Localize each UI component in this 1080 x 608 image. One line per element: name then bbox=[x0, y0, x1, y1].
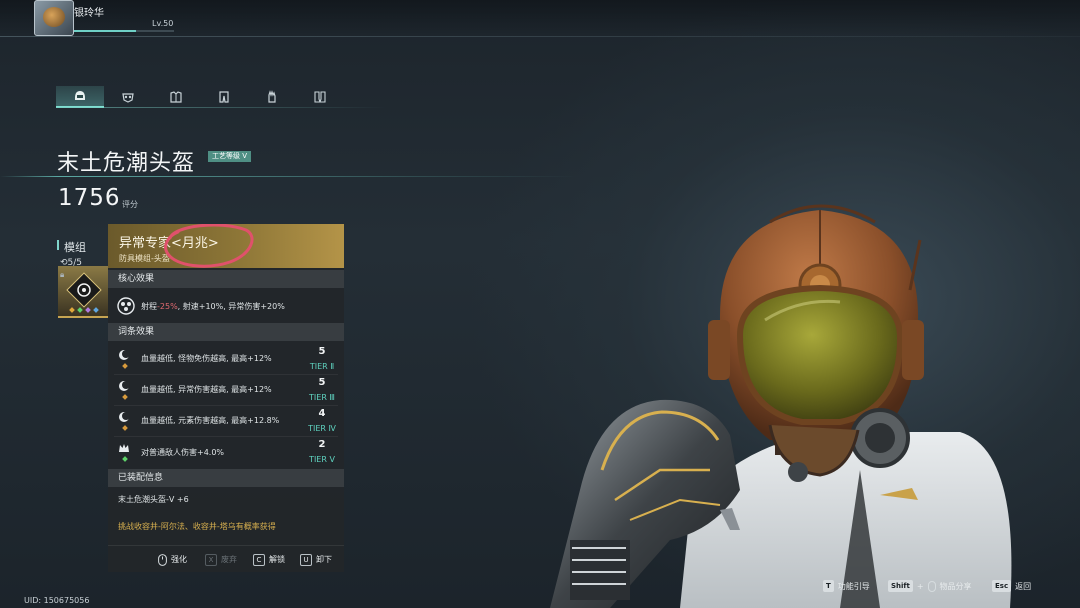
core-effect-header: 核心效果 bbox=[108, 270, 344, 288]
module-tooltip: 异常专家<月兆> 防具模组-头盔 核心效果 射程-25%, 射速+10%, 异常… bbox=[108, 224, 344, 572]
discard-button[interactable]: X 废弃 bbox=[205, 553, 237, 566]
core-effect-text: 射程-25%, 射速+10%, 异常伤害+20% bbox=[141, 301, 285, 312]
core-effect-icon bbox=[117, 297, 135, 315]
crown-icon bbox=[119, 444, 129, 452]
player-level: Lv.50 bbox=[152, 19, 174, 28]
tab-mask[interactable] bbox=[104, 86, 152, 108]
affix-rank: 2 bbox=[318, 439, 326, 450]
character-preview[interactable] bbox=[540, 170, 1080, 608]
craft-level-badge: 工艺等级 V bbox=[208, 151, 252, 162]
module-slot-card[interactable] bbox=[58, 266, 110, 318]
esc-key: Esc bbox=[992, 580, 1012, 592]
core-effect-prefix: 射程 bbox=[141, 302, 157, 311]
chest-icon bbox=[170, 91, 182, 103]
mask-icon bbox=[122, 93, 134, 103]
tab-gloves[interactable] bbox=[248, 86, 296, 108]
affix-rank: 5 bbox=[318, 346, 326, 357]
back-hint[interactable]: Esc 返回 bbox=[992, 580, 1031, 592]
core-effect-negative: -25% bbox=[157, 302, 178, 311]
affix-text: 血量越低, 异常伤害越高, 最高+12% bbox=[141, 385, 272, 394]
equipped-item-name: 末土危潮头盔-V +6 bbox=[118, 495, 189, 504]
guide-hint[interactable]: T 功能引导 bbox=[823, 580, 870, 592]
affix-rank: 5 bbox=[318, 377, 326, 388]
unlock-label: 解锁 bbox=[269, 555, 285, 564]
moon-icon bbox=[119, 381, 130, 391]
affix-rank: 4 bbox=[318, 408, 326, 419]
unlock-button[interactable]: C 解锁 bbox=[253, 553, 285, 566]
mouse-icon bbox=[927, 580, 936, 592]
share-hint[interactable]: Shift + 物品分享 bbox=[888, 580, 972, 592]
red-circle-annotation bbox=[164, 224, 254, 268]
module-gem-blue bbox=[93, 307, 99, 313]
drop-source-text: 挑战收容井-阿尔法、收容井-塔乌有概率获得 bbox=[118, 522, 276, 531]
moon-icon bbox=[119, 350, 130, 360]
tab-chest[interactable] bbox=[152, 86, 200, 108]
module-gem-orange bbox=[69, 307, 75, 313]
unlock-key: C bbox=[253, 553, 265, 566]
gloves-icon bbox=[268, 90, 276, 103]
item-score: 1756 bbox=[58, 185, 121, 211]
affix-quality-dot bbox=[122, 425, 128, 431]
affix-effect-header: 词条效果 bbox=[108, 323, 344, 341]
tab-legs[interactable] bbox=[200, 86, 248, 108]
legs-icon bbox=[219, 91, 229, 103]
row-divider bbox=[114, 405, 338, 406]
mouse-icon bbox=[158, 553, 167, 566]
affix-tier: TIER Ⅳ bbox=[308, 424, 336, 433]
unequip-label: 卸下 bbox=[316, 555, 332, 564]
player-name: 银玲华 bbox=[74, 8, 104, 19]
row-divider bbox=[114, 436, 338, 437]
module-count-value: 5/5 bbox=[67, 258, 83, 268]
tab-helmet[interactable] bbox=[56, 86, 104, 108]
module-gem-green bbox=[77, 307, 83, 313]
shift-key: Shift bbox=[888, 580, 913, 592]
equipped-info-header: 已装配信息 bbox=[108, 469, 344, 487]
module-section-title: 模组 bbox=[64, 241, 86, 254]
module-gem-purple bbox=[85, 307, 91, 313]
moon-icon bbox=[119, 412, 130, 422]
module-count: ⟲5/5 bbox=[60, 258, 83, 268]
item-score-label: 评分 bbox=[122, 200, 138, 209]
module-section-marker bbox=[57, 240, 59, 250]
tooltip-footer-divider bbox=[108, 545, 344, 546]
discard-key: X bbox=[205, 553, 217, 566]
plus-sign: + bbox=[916, 581, 924, 591]
enhance-button[interactable]: 强化 bbox=[158, 553, 187, 566]
back-label: 返回 bbox=[1015, 581, 1032, 591]
lock-icon: 🔒︎ bbox=[60, 270, 65, 279]
share-label: 物品分享 bbox=[939, 581, 972, 591]
affix-tier: TIER Ⅲ bbox=[309, 393, 335, 402]
guide-label: 功能引导 bbox=[837, 581, 870, 591]
affix-tier: TIER Ⅱ bbox=[309, 362, 335, 371]
unequip-button[interactable]: U 卸下 bbox=[300, 553, 332, 566]
header-divider bbox=[0, 176, 580, 177]
affix-text: 对普通敌人伤害+4.0% bbox=[141, 448, 225, 457]
player-uid: UID: 150675056 bbox=[24, 596, 90, 605]
row-divider bbox=[114, 374, 338, 375]
player-avatar bbox=[34, 0, 74, 36]
level-progress-bar bbox=[74, 30, 174, 32]
affix-tier: TIER Ⅴ bbox=[309, 455, 335, 464]
item-name: 末土危潮头盔 bbox=[57, 151, 196, 176]
module-diamond-icon bbox=[66, 272, 102, 308]
enhance-label: 强化 bbox=[171, 555, 187, 564]
affix-quality-dot bbox=[122, 394, 128, 400]
affix-text: 血量越低, 怪物免伤越高, 最高+12% bbox=[141, 354, 272, 363]
equipment-slot-tabs bbox=[56, 86, 386, 108]
unequip-key: U bbox=[300, 553, 312, 566]
helmet-icon bbox=[75, 91, 85, 100]
affix-quality-dot bbox=[122, 363, 128, 369]
affix-quality-dot bbox=[122, 456, 128, 462]
tab-boots[interactable] bbox=[296, 86, 344, 108]
affix-text: 血量越低, 元素伤害越高, 最高+12.8% bbox=[141, 416, 280, 425]
guide-key: T bbox=[823, 580, 834, 592]
core-effect-rest: , 射速+10%, 异常伤害+20% bbox=[177, 302, 285, 311]
boots-icon bbox=[314, 91, 326, 103]
discard-label: 废弃 bbox=[221, 555, 237, 564]
level-progress-fill bbox=[74, 30, 136, 32]
top-divider bbox=[0, 36, 1080, 37]
